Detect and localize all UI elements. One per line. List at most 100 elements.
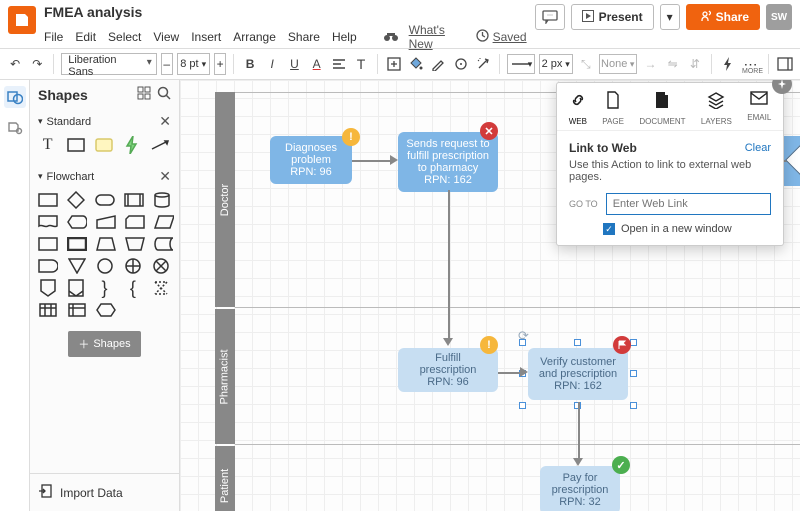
font-decrease[interactable]: –: [161, 53, 173, 75]
connector[interactable]: [498, 372, 522, 374]
data-rail-button[interactable]: [4, 116, 26, 138]
fc-display[interactable]: [67, 213, 87, 231]
warn-icon[interactable]: !: [342, 128, 360, 146]
connector[interactable]: [448, 190, 450, 340]
shape-note[interactable]: [95, 136, 114, 154]
node-sends[interactable]: Sends request tofulfill prescriptionto p…: [398, 132, 498, 192]
new-window-checkbox[interactable]: ✓ Open in a new window: [603, 223, 771, 235]
fc-predefined[interactable]: [124, 191, 144, 209]
node-pay[interactable]: Pay forprescriptionRPN: 32: [540, 466, 620, 511]
fc-brace-close[interactable]: }: [95, 279, 114, 297]
font-select[interactable]: Liberation Sans: [61, 53, 157, 75]
fc-offpage2[interactable]: [66, 279, 85, 297]
tab-document[interactable]: DOCUMENT: [639, 91, 685, 126]
bold-button[interactable]: B: [241, 53, 259, 75]
fc-card[interactable]: [125, 213, 145, 231]
shape-bolt[interactable]: [123, 136, 142, 154]
node-diagnoses[interactable]: DiagnosesproblemRPN: 96: [270, 136, 352, 184]
fc-delay[interactable]: [38, 257, 58, 275]
fc-table[interactable]: [38, 301, 58, 319]
fc-data[interactable]: [154, 213, 174, 231]
avatar[interactable]: SW: [766, 4, 792, 30]
line-width-select[interactable]: 2 px: [539, 54, 572, 74]
flip-h-button[interactable]: ⇋: [664, 53, 682, 75]
menu-view[interactable]: View: [153, 30, 179, 44]
more-button[interactable]: ⋯MORE: [741, 56, 761, 73]
menu-arrange[interactable]: Arrange: [233, 30, 276, 44]
present-dropdown[interactable]: ▾: [660, 4, 680, 30]
fc-connector[interactable]: [95, 257, 114, 275]
fc-or[interactable]: [152, 257, 171, 275]
fc-document[interactable]: [38, 213, 58, 231]
present-button[interactable]: Present: [571, 4, 654, 30]
tab-layers[interactable]: LAYERS: [701, 91, 732, 126]
node-verify[interactable]: Verify customerand prescriptionRPN: 162: [528, 348, 628, 400]
fc-sum[interactable]: [124, 257, 143, 275]
menu-help[interactable]: Help: [332, 30, 357, 44]
fc-database[interactable]: [153, 191, 172, 209]
binoculars-icon[interactable]: [383, 30, 399, 45]
menu-share[interactable]: Share: [288, 30, 320, 44]
italic-button[interactable]: I: [263, 53, 281, 75]
fc-loop[interactable]: [96, 301, 116, 319]
flip-v-button[interactable]: ⇵: [686, 53, 704, 75]
search-icon[interactable]: [157, 86, 171, 103]
comments-button[interactable]: ⋯: [535, 4, 565, 30]
shape-rect[interactable]: [66, 136, 85, 154]
history-icon[interactable]: [476, 29, 489, 45]
saved-status[interactable]: Saved: [493, 30, 527, 44]
line-arrow-select[interactable]: None: [599, 54, 637, 74]
text-color-button[interactable]: A: [308, 53, 326, 75]
flag-icon[interactable]: [613, 336, 631, 354]
canvas[interactable]: Doctor Pharmacist Patient Diagnosesprobl…: [180, 80, 800, 511]
style-copy-button[interactable]: [452, 53, 470, 75]
connector[interactable]: [578, 402, 580, 460]
close-icon[interactable]: ✕: [159, 168, 171, 185]
text-size-button[interactable]: T: [352, 53, 370, 75]
clear-link[interactable]: Clear: [745, 142, 771, 154]
success-icon[interactable]: ✓: [612, 456, 630, 474]
magic-button[interactable]: [474, 53, 492, 75]
fc-brace-open[interactable]: {: [123, 279, 142, 297]
app-logo[interactable]: [8, 6, 36, 34]
shape-library-icon[interactable]: [137, 86, 151, 103]
shapes-add-button[interactable]: ＋Shapes: [68, 331, 140, 357]
shape-insert-button[interactable]: [385, 53, 403, 75]
shape-text[interactable]: T: [38, 136, 57, 154]
undo-button[interactable]: ↶: [6, 53, 24, 75]
line-style-select[interactable]: [507, 54, 535, 74]
share-button[interactable]: Share: [686, 4, 760, 30]
fc-offpage[interactable]: [38, 279, 57, 297]
shape-arrow[interactable]: [151, 136, 171, 154]
fc-process3[interactable]: [67, 235, 87, 253]
tab-email[interactable]: EMAIL: [747, 91, 771, 126]
lane-patient[interactable]: Patient: [215, 446, 235, 511]
line-end-right[interactable]: →: [641, 53, 659, 75]
import-data-button[interactable]: Import Data: [30, 473, 179, 511]
tab-web[interactable]: WEB: [569, 91, 587, 126]
node-fulfill[interactable]: Fulfill prescriptionRPN: 96: [398, 348, 498, 392]
fc-decision[interactable]: [67, 191, 86, 209]
fc-internal[interactable]: [67, 301, 87, 319]
section-flowchart[interactable]: ▾ Flowchart ✕: [30, 164, 179, 189]
fc-merge[interactable]: [67, 257, 86, 275]
web-link-input[interactable]: [606, 193, 771, 215]
layout-panel-button[interactable]: [776, 53, 794, 75]
fill-color-button[interactable]: [407, 53, 425, 75]
underline-button[interactable]: U: [285, 53, 303, 75]
lane-doctor[interactable]: Doctor: [215, 92, 235, 307]
fc-process[interactable]: [38, 191, 58, 209]
whats-new-link[interactable]: What's New: [409, 23, 466, 51]
redo-button[interactable]: ↷: [28, 53, 46, 75]
align-button[interactable]: [330, 53, 348, 75]
connector[interactable]: [352, 160, 392, 162]
fc-trap2[interactable]: [125, 235, 145, 253]
shapes-rail-button[interactable]: [4, 86, 26, 108]
bolt-button[interactable]: [719, 53, 737, 75]
rotate-icon[interactable]: ⟳: [518, 328, 529, 344]
fc-trap[interactable]: [96, 235, 116, 253]
lane-pharmacist[interactable]: Pharmacist: [215, 309, 235, 444]
fc-manual-input[interactable]: [96, 213, 116, 231]
menu-edit[interactable]: Edit: [75, 30, 96, 44]
close-icon[interactable]: ✕: [159, 113, 171, 130]
